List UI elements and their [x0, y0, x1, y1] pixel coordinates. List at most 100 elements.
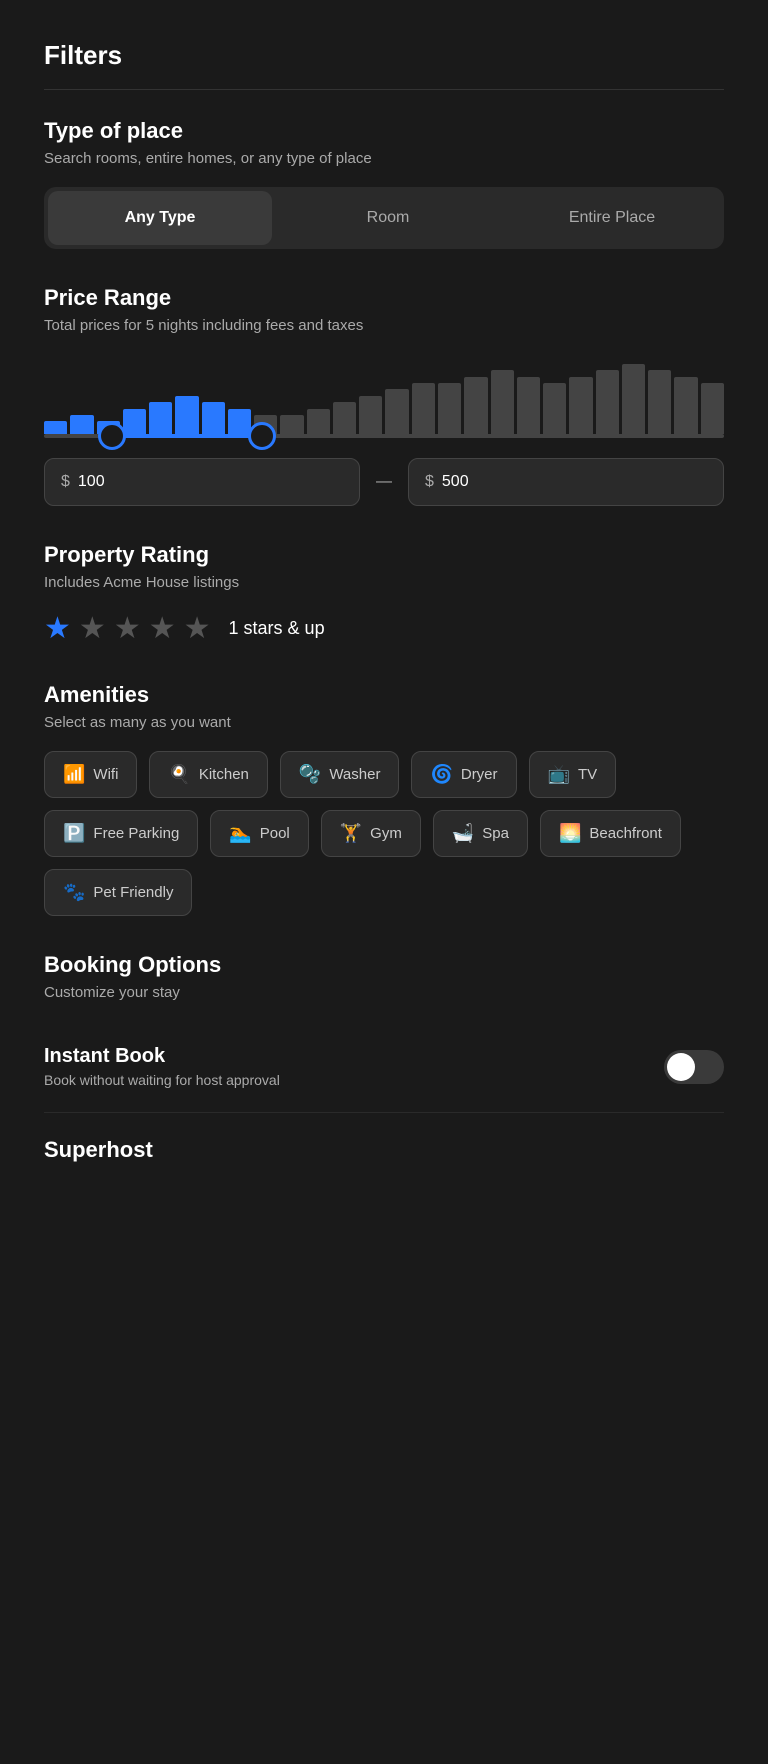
- price-bar-12: [359, 396, 382, 434]
- price-max-currency: $: [425, 473, 434, 491]
- amenity-btn-pool[interactable]: 🏊 Pool: [210, 810, 308, 857]
- amenity-btn-kitchen[interactable]: 🍳 Kitchen: [149, 751, 267, 798]
- price-bar-3: [123, 409, 146, 434]
- price-bar-15: [438, 383, 461, 434]
- price-bar-18: [517, 377, 540, 434]
- price-bar-13: [385, 389, 408, 434]
- price-range-title: Price Range: [44, 285, 724, 311]
- price-bar-21: [596, 370, 619, 434]
- price-bar-9: [280, 415, 303, 434]
- pet_friendly-icon: 🐾: [63, 882, 85, 903]
- price-min-input[interactable]: [78, 473, 343, 491]
- dryer-icon: 🌀: [430, 764, 452, 785]
- type-of-place-subtitle: Search rooms, entire homes, or any type …: [44, 150, 724, 167]
- amenity-label-dryer: Dryer: [461, 766, 498, 783]
- amenity-btn-tv[interactable]: 📺 TV: [529, 751, 617, 798]
- amenity-label-tv: TV: [578, 766, 597, 783]
- amenity-btn-beachfront[interactable]: 🌅 Beachfront: [540, 810, 681, 857]
- price-bar-14: [412, 383, 435, 434]
- price-bar-1: [70, 415, 93, 434]
- amenity-label-pet_friendly: Pet Friendly: [93, 884, 173, 901]
- price-min-currency: $: [61, 473, 70, 491]
- price-slider-track[interactable]: [44, 434, 724, 438]
- price-bar-22: [622, 364, 645, 434]
- price-bar-17: [491, 370, 514, 434]
- star-3[interactable]: ★: [114, 611, 141, 646]
- booking-options-title: Booking Options: [44, 952, 724, 978]
- price-bar-4: [149, 402, 172, 434]
- washer-icon: 🫧: [299, 764, 321, 785]
- amenity-btn-washer[interactable]: 🫧 Washer: [280, 751, 400, 798]
- superhost-row: Superhost: [44, 1113, 724, 1163]
- star-2[interactable]: ★: [79, 611, 106, 646]
- amenity-btn-wifi[interactable]: 📶 Wifi: [44, 751, 137, 798]
- price-bar-25: [701, 383, 724, 434]
- price-slider-min-thumb[interactable]: [98, 422, 126, 450]
- star-4[interactable]: ★: [149, 611, 176, 646]
- price-bar-5: [175, 396, 198, 434]
- price-bar-19: [543, 383, 566, 434]
- star-5[interactable]: ★: [184, 611, 211, 646]
- instant-book-text: Instant Book Book without waiting for ho…: [44, 1045, 280, 1088]
- price-slider-fill: [112, 434, 262, 438]
- price-slider-max-thumb[interactable]: [248, 422, 276, 450]
- price-histogram: [44, 354, 724, 434]
- amenity-label-spa: Spa: [482, 825, 509, 842]
- price-max-input-wrap: $: [408, 458, 724, 506]
- type-btn-room[interactable]: Room: [276, 187, 500, 249]
- property-rating-subtitle: Includes Acme House listings: [44, 574, 724, 591]
- booking-options-subtitle: Customize your stay: [44, 984, 724, 1001]
- page-title: Filters: [44, 40, 724, 71]
- tv-icon: 📺: [548, 764, 570, 785]
- type-of-place-section: Type of place Search rooms, entire homes…: [44, 118, 724, 249]
- amenity-label-pool: Pool: [260, 825, 290, 842]
- title-divider: [44, 89, 724, 90]
- beachfront-icon: 🌅: [559, 823, 581, 844]
- price-bar-6: [202, 402, 225, 434]
- price-bar-20: [569, 377, 592, 434]
- stars-row: ★ ★ ★ ★ ★ 1 stars & up: [44, 611, 724, 646]
- price-bar-23: [648, 370, 671, 434]
- amenity-label-gym: Gym: [370, 825, 402, 842]
- instant-book-subtitle: Book without waiting for host approval: [44, 1072, 280, 1088]
- kitchen-icon: 🍳: [168, 764, 190, 785]
- price-bar-16: [464, 377, 487, 434]
- booking-options-section: Booking Options Customize your stay Inst…: [44, 952, 724, 1163]
- price-bar-0: [44, 421, 67, 434]
- price-max-input[interactable]: [442, 473, 707, 491]
- instant-book-toggle[interactable]: [664, 1050, 724, 1084]
- stars-label: 1 stars & up: [229, 618, 325, 639]
- instant-book-row: Instant Book Book without waiting for ho…: [44, 1021, 724, 1113]
- amenity-label-beachfront: Beachfront: [589, 825, 662, 842]
- parking-icon: 🅿️: [63, 823, 85, 844]
- type-of-place-title: Type of place: [44, 118, 724, 144]
- amenity-btn-pet_friendly[interactable]: 🐾 Pet Friendly: [44, 869, 192, 916]
- pool-icon: 🏊: [229, 823, 251, 844]
- property-rating-section: Property Rating Includes Acme House list…: [44, 542, 724, 646]
- wifi-icon: 📶: [63, 764, 85, 785]
- amenity-label-wifi: Wifi: [93, 766, 118, 783]
- amenity-btn-parking[interactable]: 🅿️ Free Parking: [44, 810, 198, 857]
- star-1[interactable]: ★: [44, 611, 71, 646]
- superhost-title: Superhost: [44, 1137, 724, 1163]
- type-btn-entire[interactable]: Entire Place: [500, 187, 724, 249]
- spa-icon: 🛁: [452, 823, 474, 844]
- amenities-grid: 📶 Wifi 🍳 Kitchen 🫧 Washer 🌀 Dryer 📺 TV 🅿️ Free Park…: [44, 751, 724, 916]
- amenity-btn-dryer[interactable]: 🌀 Dryer: [411, 751, 516, 798]
- price-range-section: Price Range Total prices for 5 nights in…: [44, 285, 724, 506]
- amenity-label-washer: Washer: [329, 766, 380, 783]
- price-bar-11: [333, 402, 356, 434]
- amenities-subtitle: Select as many as you want: [44, 714, 724, 731]
- amenity-btn-gym[interactable]: 🏋️Gym: [321, 810, 421, 857]
- instant-book-title: Instant Book: [44, 1045, 280, 1068]
- instant-book-toggle-knob: [667, 1053, 695, 1081]
- amenity-label-parking: Free Parking: [93, 825, 179, 842]
- price-dash: —: [376, 473, 392, 491]
- type-btn-any[interactable]: Any Type: [48, 191, 272, 245]
- property-rating-title: Property Rating: [44, 542, 724, 568]
- amenity-label-kitchen: Kitchen: [199, 766, 249, 783]
- price-range-subtitle: Total prices for 5 nights including fees…: [44, 317, 724, 334]
- amenities-title: Amenities: [44, 682, 724, 708]
- price-min-input-wrap: $: [44, 458, 360, 506]
- amenity-btn-spa[interactable]: 🛁 Spa: [433, 810, 528, 857]
